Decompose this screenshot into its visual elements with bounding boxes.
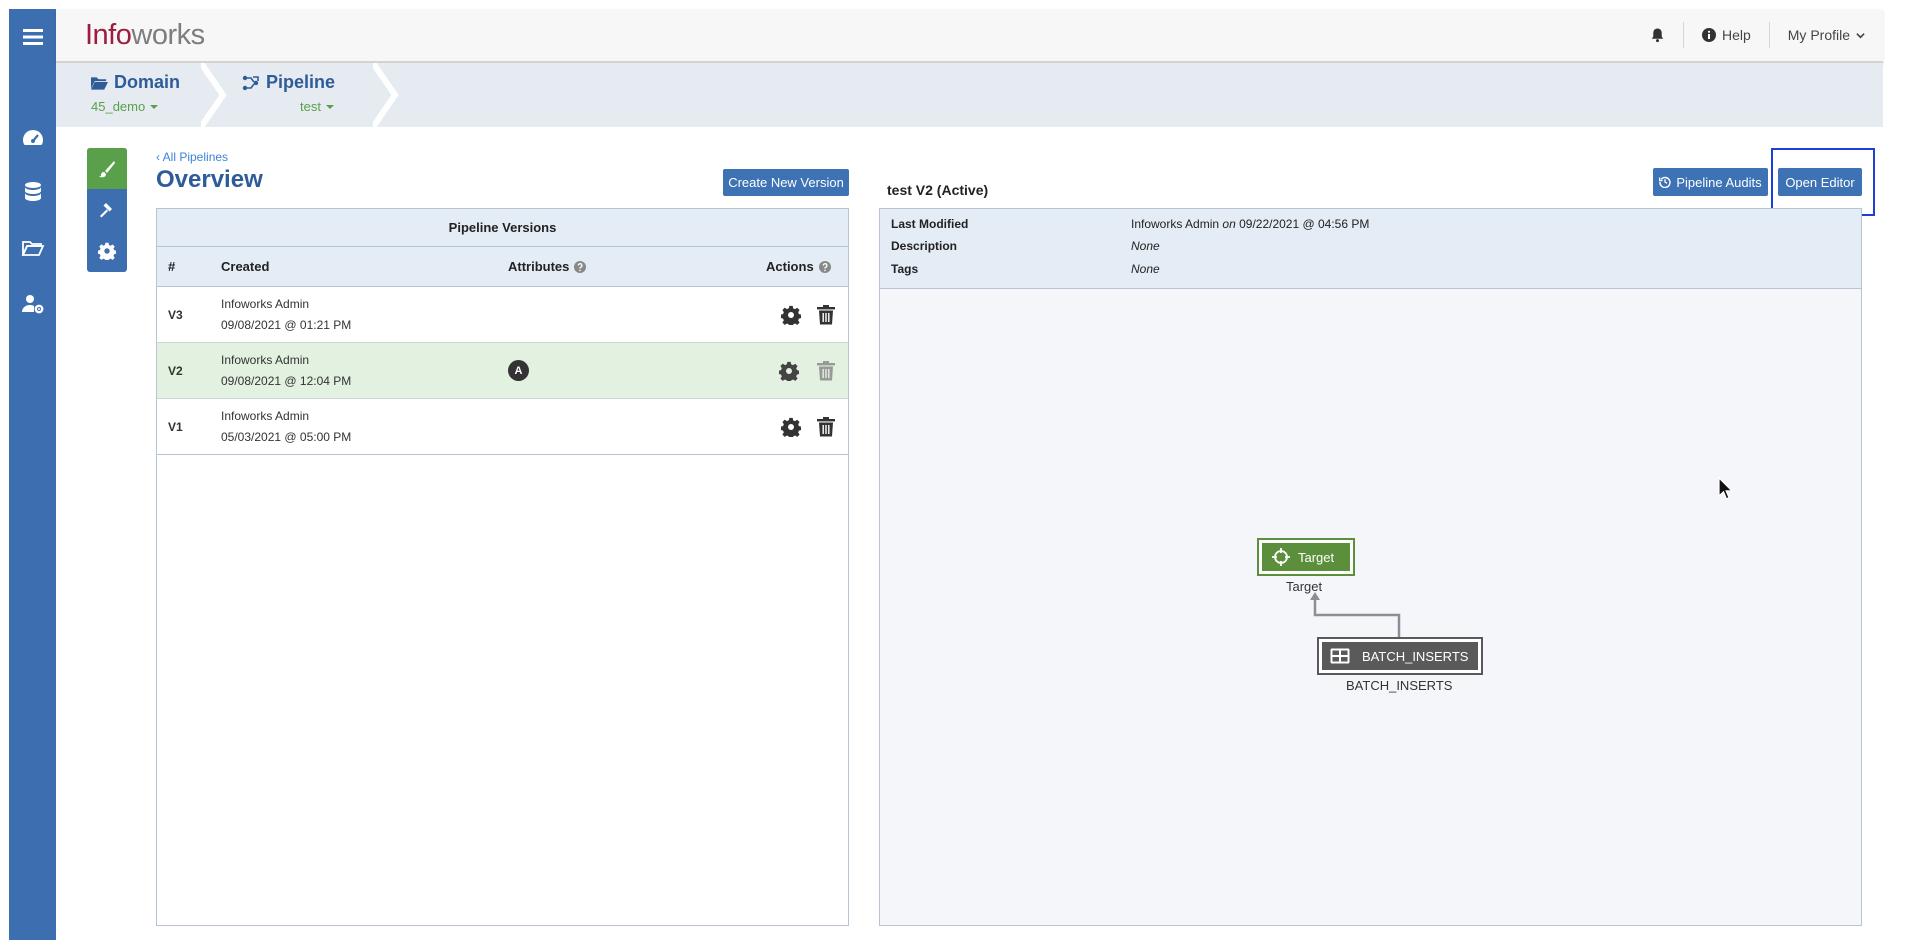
hammer-tool-icon[interactable]: [87, 189, 127, 230]
notifications-bell-icon[interactable]: [1632, 22, 1683, 48]
breadcrumb-domain[interactable]: Domain 45_demo: [56, 63, 206, 127]
pipeline-audits-label: Pipeline Audits: [1676, 174, 1762, 190]
table-grid-icon: [1330, 648, 1350, 664]
column-number: #: [168, 259, 176, 274]
column-created: Created: [221, 259, 270, 274]
breadcrumb: Domain 45_demo Pipeline test: [56, 63, 1883, 127]
version-detail-title: test V2 (Active): [887, 182, 989, 198]
version-settings-gear-icon[interactable]: [780, 304, 802, 326]
version-author: Infoworks Admin: [221, 409, 310, 423]
source-caption: BATCH_INSERTS: [1346, 678, 1453, 693]
breadcrumb-chevron: [201, 63, 227, 127]
help-label: Help: [1721, 27, 1751, 43]
pipeline-title: Pipeline: [266, 72, 336, 92]
all-pipelines-link[interactable]: ‹ All Pipelines: [156, 150, 228, 164]
delete-trash-icon[interactable]: [815, 416, 837, 438]
target-node-label: Target: [1298, 549, 1335, 565]
target-caption: Target: [1286, 579, 1323, 594]
column-attributes: Attributes: [508, 259, 587, 274]
version-date: 05/03/2021 @ 05:00 PM: [221, 430, 352, 444]
caret-down-icon: [150, 104, 159, 109]
open-editor-highlight: [1771, 148, 1875, 216]
pipeline-graph-edges: [1310, 592, 1401, 656]
table-header-row: # Created Attributes Actions: [157, 247, 848, 287]
version-date: 09/08/2021 @ 01:21 PM: [221, 318, 352, 332]
settings-gear-icon[interactable]: [87, 230, 127, 271]
breadcrumb-chevron: [373, 63, 399, 127]
version-settings-gear-icon[interactable]: [780, 416, 802, 438]
pipeline-versions-table: Pipeline Versions # Created Attributes A…: [156, 208, 849, 926]
help-question-icon[interactable]: [574, 260, 587, 273]
my-profile-menu[interactable]: My Profile: [1770, 22, 1869, 48]
version-settings-gear-icon[interactable]: [778, 360, 800, 382]
version-author: Infoworks Admin: [221, 297, 310, 311]
crosshair-target-icon: [1272, 548, 1290, 566]
pipeline-toolbox: [87, 148, 127, 272]
user-settings-icon[interactable]: [9, 286, 56, 322]
left-rail: [9, 9, 56, 940]
delete-trash-icon-disabled: [815, 360, 837, 382]
table-heading: Pipeline Versions: [157, 209, 848, 247]
pipeline-value: test: [300, 99, 321, 114]
help-link[interactable]: Help: [1684, 22, 1769, 48]
version-metadata: Last Modified Infoworks Admin on 09/22/2…: [880, 209, 1861, 289]
pipeline-flow-icon: [242, 75, 259, 90]
profile-label: My Profile: [1787, 27, 1850, 43]
version-detail-panel: Last Modified Infoworks Admin on 09/22/2…: [879, 208, 1862, 926]
top-navbar: Infoworks Help My Profile: [56, 9, 1883, 63]
mouse-cursor-icon: [1718, 477, 1734, 500]
brush-tool-icon[interactable]: [87, 148, 127, 189]
version-id: V3: [168, 308, 183, 322]
last-modified-value: Infoworks Admin on 09/22/2021 @ 04:56 PM: [1131, 217, 1370, 231]
batch-inserts-source-node[interactable]: BATCH_INSERTS: [1317, 637, 1483, 675]
pipeline-audits-button[interactable]: Pipeline Audits: [1653, 168, 1768, 196]
caret-down-icon: [325, 104, 334, 109]
history-icon: [1659, 176, 1672, 188]
hamburger-menu-icon[interactable]: [9, 19, 56, 55]
info-icon: [1701, 28, 1716, 42]
source-node-label: BATCH_INSERTS: [1362, 648, 1469, 664]
version-id: V2: [168, 364, 183, 378]
domain-title: Domain: [114, 72, 181, 92]
version-date: 09/08/2021 @ 12:04 PM: [221, 374, 352, 388]
table-row[interactable]: V3 Infoworks Admin 09/08/2021 @ 01:21 PM: [157, 287, 848, 343]
description-label: Description: [891, 239, 958, 253]
version-author: Infoworks Admin: [221, 353, 310, 367]
app-window: Infoworks Help My Profile Domain 45_demo…: [0, 0, 1908, 945]
target-node[interactable]: Target: [1257, 538, 1355, 576]
domain-value: 45_demo: [91, 99, 146, 114]
infoworks-logo[interactable]: Infoworks: [85, 19, 205, 52]
dashboard-gauge-icon[interactable]: [9, 120, 56, 156]
folder-open-icon[interactable]: [9, 230, 56, 266]
delete-trash-icon[interactable]: [815, 304, 837, 326]
column-actions: Actions: [766, 259, 831, 274]
database-icon[interactable]: [9, 174, 56, 210]
last-modified-label: Last Modified: [891, 217, 969, 231]
help-question-icon[interactable]: [818, 260, 831, 273]
tags-value: None: [1131, 262, 1160, 276]
table-row[interactable]: V2 Infoworks Admin 09/08/2021 @ 12:04 PM…: [157, 343, 848, 399]
description-value: None: [1131, 239, 1160, 253]
folder-icon: [91, 76, 108, 90]
tags-label: Tags: [891, 262, 919, 276]
create-new-version-button[interactable]: Create New Version: [723, 169, 849, 196]
table-row[interactable]: V1 Infoworks Admin 05/03/2021 @ 05:00 PM: [157, 399, 848, 455]
version-id: V1: [168, 420, 183, 434]
chevron-down-icon: [1856, 32, 1865, 38]
active-version-badge: A: [508, 360, 529, 381]
page-title: Overview: [156, 166, 263, 193]
